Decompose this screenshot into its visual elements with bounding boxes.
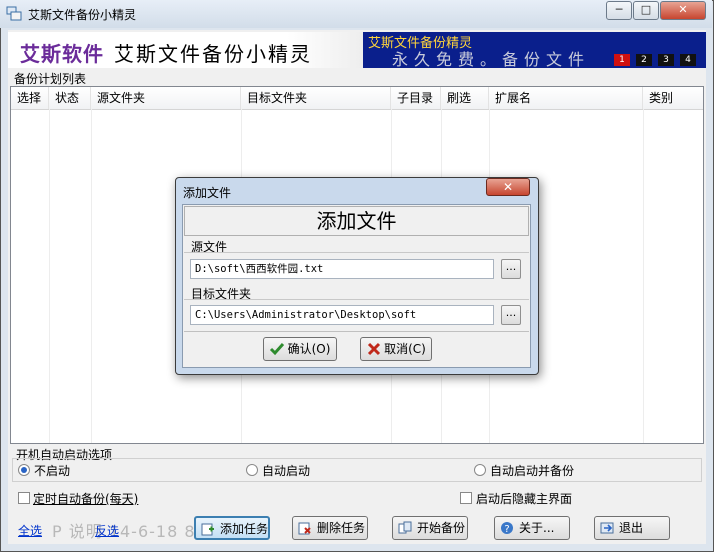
- delete-task-label: 删除任务: [317, 521, 366, 535]
- radio-auto-start-backup-label[interactable]: 自动启动并备份: [490, 462, 574, 479]
- column-target-folder[interactable]: 目标文件夹: [241, 87, 391, 109]
- timed-backup-label[interactable]: 定时自动备份(每天): [33, 490, 138, 507]
- radio-auto-start-backup[interactable]: [474, 464, 486, 476]
- source-file-input[interactable]: D:\soft\西西软件园.txt: [190, 259, 494, 279]
- column-status[interactable]: 状态: [49, 87, 91, 109]
- source-browse-button[interactable]: ...: [501, 259, 521, 279]
- startup-options-group: [12, 458, 702, 482]
- exit-label: 退出: [619, 521, 644, 535]
- cancel-button[interactable]: 取消(C): [360, 337, 432, 361]
- column-select[interactable]: 选择: [11, 87, 49, 109]
- svg-text:?: ?: [504, 524, 509, 535]
- minimize-button[interactable]: ─: [606, 1, 632, 20]
- dialog-title: 添加文件: [183, 186, 232, 200]
- delete-task-icon: [298, 522, 311, 535]
- add-task-icon: [201, 523, 214, 536]
- exit-icon: [600, 522, 614, 534]
- marquee-line-2: 永久免费。备份文件: [392, 50, 591, 69]
- divider: [184, 252, 529, 253]
- column-subdir[interactable]: 子目录: [391, 87, 441, 109]
- hide-after-start-checkbox[interactable]: [460, 492, 472, 504]
- column-source-folder[interactable]: 源文件夹: [91, 87, 241, 109]
- radio-auto-start[interactable]: [246, 464, 258, 476]
- backup-icon: [398, 521, 412, 534]
- delete-task-button[interactable]: 删除任务: [292, 516, 368, 540]
- column-filter[interactable]: 刷选: [441, 87, 489, 109]
- hide-after-start-label[interactable]: 启动后隐藏主界面: [476, 490, 572, 507]
- confirm-button[interactable]: 确认(O): [263, 337, 337, 361]
- add-task-label: 添加任务: [220, 522, 269, 536]
- column-extension[interactable]: 扩展名: [489, 87, 643, 109]
- radio-auto-start-label[interactable]: 自动启动: [262, 462, 310, 479]
- cancel-x-icon: [367, 342, 381, 356]
- add-task-button[interactable]: 添加任务: [194, 516, 270, 540]
- marquee-page-3[interactable]: 3: [658, 54, 674, 66]
- about-label: 关于...: [519, 521, 555, 535]
- start-backup-button[interactable]: 开始备份: [392, 516, 468, 540]
- window-title: 艾斯文件备份小精灵: [28, 8, 137, 22]
- invert-selection-link[interactable]: 反选: [95, 522, 119, 539]
- help-icon: ?: [501, 522, 513, 535]
- radio-no-start-label[interactable]: 不启动: [34, 462, 70, 479]
- dialog-button-row: [184, 331, 529, 366]
- divider: [49, 109, 50, 443]
- task-list-label: 备份计划列表: [14, 72, 87, 86]
- check-icon: [269, 343, 285, 356]
- about-button[interactable]: ? 关于...: [494, 516, 570, 540]
- close-button[interactable]: ✕: [660, 1, 706, 20]
- target-folder-input[interactable]: C:\Users\Administrator\Desktop\soft: [190, 305, 494, 325]
- divider: [184, 299, 529, 300]
- marquee-page-4[interactable]: 4: [680, 54, 696, 66]
- timed-backup-checkbox[interactable]: [18, 492, 30, 504]
- divider: [91, 109, 92, 443]
- start-backup-label: 开始备份: [417, 521, 466, 535]
- radio-no-start[interactable]: [18, 464, 30, 476]
- dialog-heading: 添加文件: [184, 206, 529, 236]
- target-browse-button[interactable]: ...: [501, 305, 521, 325]
- marquee-page-1[interactable]: 1: [614, 54, 630, 66]
- maximize-button[interactable]: □: [633, 1, 659, 20]
- brand-logo: 艾斯软件: [20, 42, 104, 66]
- column-category[interactable]: 类别: [643, 87, 703, 109]
- exit-button[interactable]: 退出: [594, 516, 670, 540]
- app-icon: [6, 6, 22, 21]
- divider: [643, 109, 644, 443]
- marquee-page-2[interactable]: 2: [636, 54, 652, 66]
- dialog-close-button[interactable]: ✕: [486, 178, 530, 196]
- banner-title: 艾斯文件备份小精灵: [114, 42, 312, 66]
- select-all-link[interactable]: 全选: [18, 522, 42, 539]
